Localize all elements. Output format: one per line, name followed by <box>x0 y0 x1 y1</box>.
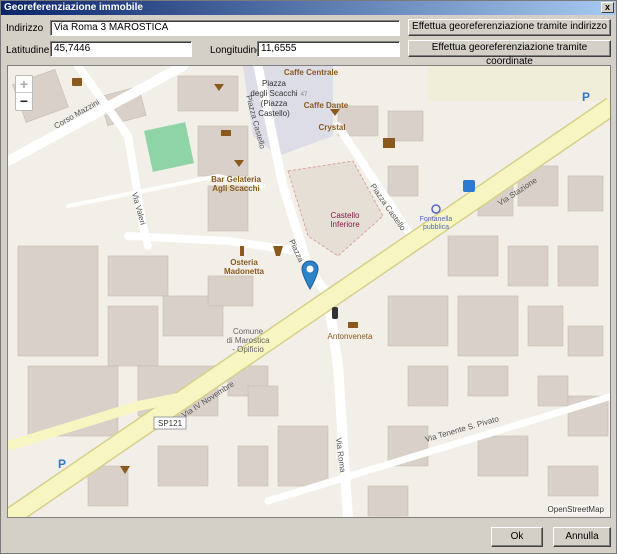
label-caffe-dante: Caffe Dante <box>304 101 349 110</box>
title-bar: Georeferenziazione immobile <box>1 1 616 15</box>
location-marker-icon[interactable] <box>301 260 319 290</box>
address-label: Indirizzo <box>6 23 44 34</box>
geocode-coordinates-button[interactable]: Effettua georeferenziazione tramite coor… <box>408 40 611 67</box>
label-caffe-centrale: Caffe Centrale <box>284 68 339 77</box>
label-piazza-scacchi-2: degli Scacchi <box>250 89 297 98</box>
close-button[interactable]: x <box>601 2 614 13</box>
longitude-label: Longitudine <box>210 45 262 56</box>
ok-button[interactable]: Ok <box>491 527 543 547</box>
traffic-light-icon <box>332 307 338 319</box>
label-bar-gelateria-1: Bar Gelateria <box>211 175 261 184</box>
cancel-button[interactable]: Annulla <box>553 527 611 547</box>
label-castello-2: Inferiore <box>330 220 360 229</box>
label-comune-3: - Opificio <box>232 345 264 354</box>
label-piazza-scacchi-1: Piazza <box>262 79 287 88</box>
label-osteria-2: Madonetta <box>224 267 265 276</box>
latitude-label: Latitudine <box>6 45 50 56</box>
window-title: Georeferenziazione immobile <box>4 2 143 13</box>
zoom-control: + − <box>15 75 33 111</box>
bus-stop-icon <box>463 180 475 192</box>
restaurant-icon <box>240 246 244 256</box>
parking-icon-2: P <box>58 457 66 471</box>
label-comune-1: Comune <box>233 327 264 336</box>
parking-icon-1: P <box>582 90 590 104</box>
dialog-window: Georeferenziazione immobile x Indirizzo … <box>0 0 617 554</box>
longitude-field[interactable]: 11,6555 <box>257 41 400 57</box>
latitude-field[interactable]: 45,7446 <box>50 41 192 57</box>
zoom-in-button[interactable]: + <box>16 76 32 93</box>
label-comune-2: di Marostica <box>226 336 270 345</box>
cafe-icon <box>72 78 82 86</box>
label-osteria-1: Osteria <box>230 258 258 267</box>
map-view[interactable]: Corso Mazzini Via Valeri Piazza Castello… <box>7 65 611 518</box>
label-bar-gelateria-2: Agli Scacchi <box>212 184 260 193</box>
ice-cream-icon <box>221 130 231 136</box>
park-area <box>144 122 194 172</box>
building-icon <box>383 138 395 148</box>
label-crystal: Crystal <box>318 123 345 132</box>
map-attribution[interactable]: OpenStreetMap <box>547 505 604 514</box>
geocode-address-button[interactable]: Effettua georeferenziazione tramite indi… <box>408 19 611 36</box>
address-field[interactable]: Via Roma 3 MAROSTICA <box>50 20 400 36</box>
bank-icon <box>348 322 358 328</box>
label-castello-1: Castello <box>331 211 360 220</box>
label-antonveneta: Antonveneta <box>328 332 373 341</box>
label-sp121: SP121 <box>158 419 183 428</box>
label-piazza-scacchi-3: (Piazza <box>261 99 288 108</box>
label-fontanella-2: pubblica <box>423 224 449 231</box>
label-piazza-scacchi-4: Castello) <box>258 109 290 118</box>
label-num-47: 47 <box>301 92 308 98</box>
label-fontanella-1: Fontanella <box>420 216 453 223</box>
zoom-out-button[interactable]: − <box>16 93 32 110</box>
